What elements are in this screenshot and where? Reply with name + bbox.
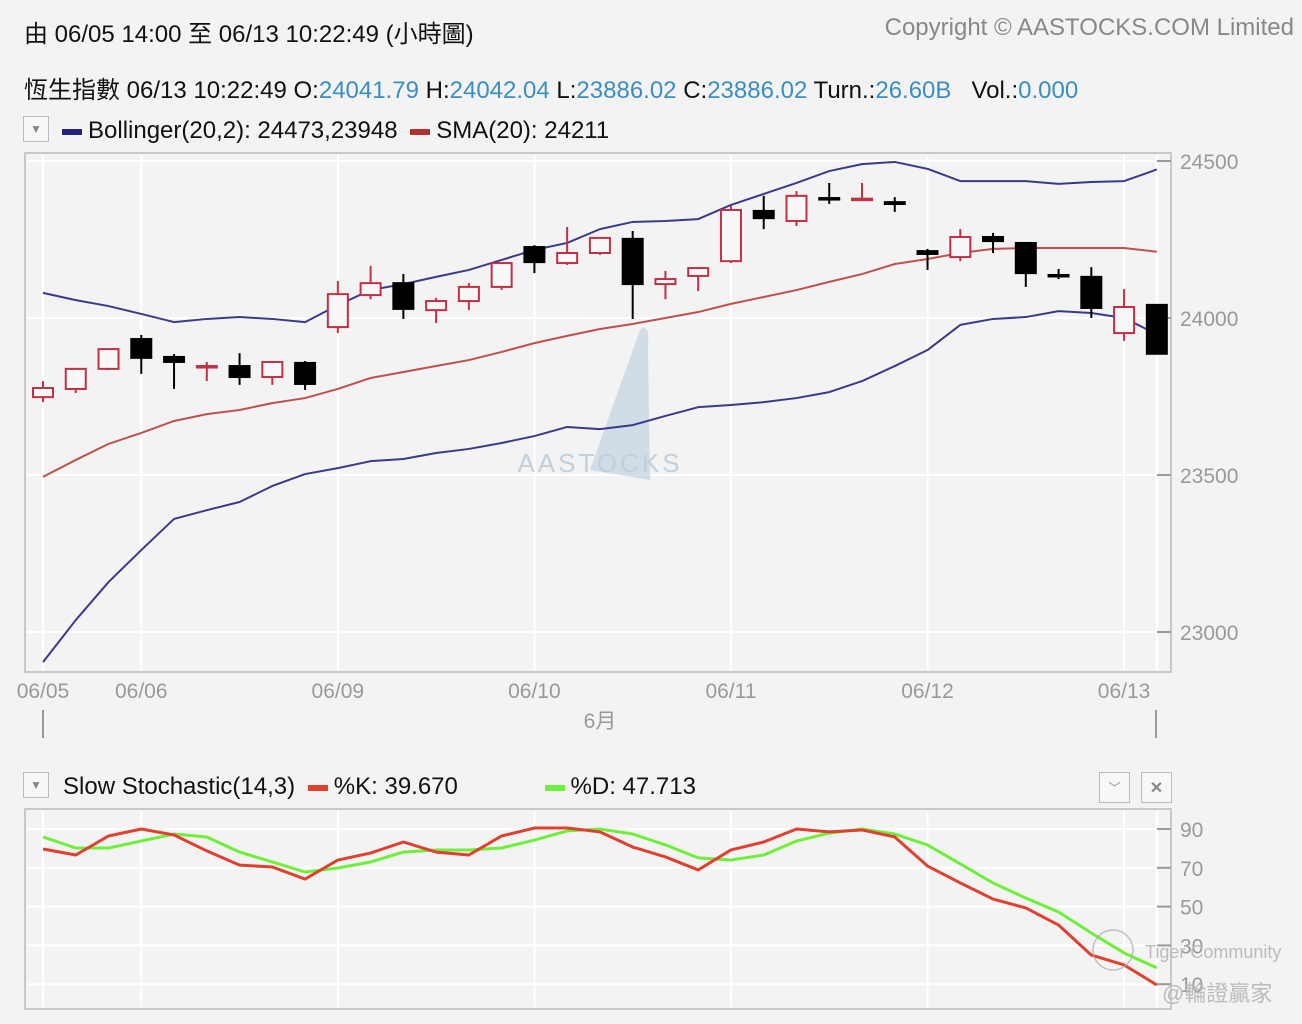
candle-up: [97, 348, 120, 371]
y-tick-label: 50: [1180, 897, 1203, 920]
candle-body: [588, 236, 611, 255]
candle-body: [949, 235, 972, 259]
candle-up: [490, 262, 513, 291]
candle-body: [1080, 275, 1103, 309]
candle-body: [32, 387, 54, 399]
candle-body: [294, 361, 317, 385]
candle-body: [916, 250, 939, 255]
candle-body: [261, 360, 284, 379]
candle-body: [228, 365, 251, 379]
x-tick-label: 06/06: [115, 680, 168, 703]
y-tick-label: 23000: [1180, 622, 1238, 645]
x-tick-label: 06/11: [705, 680, 756, 703]
x-tick-label: 06/13: [1098, 680, 1151, 703]
candle-body: [1014, 241, 1037, 275]
y-tick-label: 24000: [1180, 308, 1238, 331]
candle-up: [64, 367, 87, 394]
y-tick-label: 70: [1180, 858, 1203, 881]
candle-body: [326, 293, 349, 329]
candle-body: [719, 208, 742, 263]
candle-body: [687, 267, 710, 277]
candle-body: [392, 282, 415, 310]
candle-body: [425, 300, 448, 312]
candle-body: [1047, 273, 1070, 278]
candle-body: [523, 246, 546, 264]
y-tick-label: 23500: [1180, 465, 1238, 488]
candle-up: [785, 191, 808, 226]
aastocks-watermark-text: AASTOCKS: [517, 448, 682, 478]
candle-up: [588, 236, 611, 255]
candle-body: [654, 278, 677, 286]
candle-body: [64, 367, 87, 390]
y-tick-label: 90: [1180, 819, 1203, 842]
tiger-watermark-text: Tiger Community: [1145, 942, 1281, 962]
candle-up: [719, 205, 742, 264]
candle-body: [752, 209, 775, 220]
candle-body: [556, 252, 579, 265]
x-tick-label: 06/12: [901, 680, 954, 703]
candle-body: [621, 237, 644, 286]
author-watermark-text: @輪證贏家: [1162, 981, 1272, 1006]
candle-body: [490, 262, 513, 288]
candle-body: [883, 201, 906, 206]
candle-body: [359, 282, 382, 297]
y-tick-label: 24500: [1180, 151, 1238, 174]
candle-body: [982, 235, 1005, 243]
candle-body: [163, 355, 186, 363]
candle-body: [785, 194, 808, 222]
chart-canvas[interactable]: 06/05 06/06 06/09 06/10 06/11 06/12 06/13 6月 245…: [0, 0, 1302, 1024]
candle-body: [1145, 303, 1168, 355]
candle-body: [130, 338, 153, 359]
stoch-plot-frame: [24, 808, 1172, 1010]
candle-down: [1145, 303, 1168, 355]
candle-body: [97, 348, 120, 370]
candle-body: [457, 285, 480, 303]
x-tick-label: 06/09: [312, 680, 365, 703]
candle-body: [818, 197, 841, 201]
candle-body: [1113, 306, 1136, 335]
x-tick-label: 06/10: [508, 680, 561, 703]
x-tick-label: 06/05: [17, 680, 70, 703]
candle-body: [195, 365, 218, 369]
month-label: 6月: [584, 710, 617, 733]
candle-body: [851, 197, 873, 202]
